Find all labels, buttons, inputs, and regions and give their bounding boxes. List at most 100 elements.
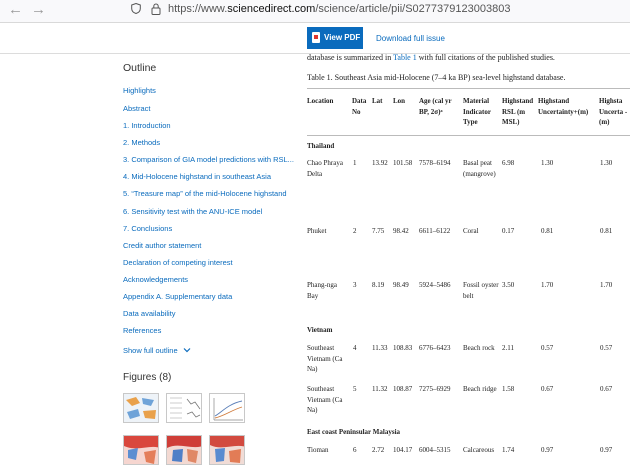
row4-no: 4 [353,344,357,352]
table-top-rule [307,88,630,89]
row5-lat: 11.32 [372,385,388,393]
address-bar[interactable]: https://www.sciencedirect.com/science/ar… [168,3,510,15]
row6-lat: 2.72 [372,446,385,454]
row1-location: Chao Phraya Delta [307,159,343,178]
row1-rsl: 6.98 [502,159,515,167]
row2-no: 2 [353,227,357,235]
figure-3-plot-icon [210,394,244,422]
outline-item-appendix[interactable]: Appendix A. Supplementary data [123,292,232,301]
row1-lon: 101.58 [393,159,413,167]
shield-icon[interactable] [131,3,141,14]
outline-item-introduction[interactable]: 1. Introduction [123,121,171,130]
row6-location: Tioman [307,446,329,454]
row2-age: 6611–6122 [419,227,451,235]
row1-age: 7578–6194 [419,159,451,167]
header-age: Age (cal yr BP, 2σ)ᵃ [419,97,452,116]
row6-unc-plus: 0.97 [541,446,554,454]
row2-unc-plus: 0.81 [541,227,554,235]
lead-paragraph: database is summarized in Table 1 with f… [307,53,555,62]
row2-rsl: 0.17 [502,227,515,235]
row1-unc-plus: 1.30 [541,159,554,167]
row4-unc-plus: 0.57 [541,344,554,352]
row4-age: 6776–6423 [419,344,451,352]
row1-unc-minus: 1.30 [600,159,613,167]
figure-thumbnail-3[interactable] [209,393,245,423]
table-1-link[interactable]: Table 1 [393,53,417,62]
lead-text-after: with full citations of the published stu… [416,53,555,62]
outline-item-abstract[interactable]: Abstract [123,104,151,113]
header-highstand-uncertainty-minus: Highsta Uncerta - (m) [599,97,628,126]
back-arrow-icon[interactable]: ← [8,2,23,18]
row4-rsl: 2.11 [502,344,514,352]
header-location: Location [307,97,334,105]
view-pdf-button[interactable]: View PDF [307,27,363,49]
row1-lat: 13.92 [372,159,388,167]
row4-material: Beach rock [463,344,495,352]
outline-item-mid-holocene[interactable]: 4. Mid-Holocene highstand in southeast A… [123,172,271,181]
region-thailand: Thailand [307,142,335,150]
show-full-outline-button[interactable]: Show full outline [123,346,191,355]
row3-unc-minus: 1.70 [600,281,613,289]
figures-title: Figures (8) [123,372,172,383]
figure-4-map-icon [124,436,158,464]
row3-rsl: 3.50 [502,281,515,289]
row4-lon: 108.83 [393,344,413,352]
outline-item-declaration[interactable]: Declaration of competing interest [123,258,233,267]
outline-item-credit[interactable]: Credit author statement [123,241,201,250]
figure-thumbnail-5[interactable] [166,435,202,465]
row2-location: Phuket [307,227,327,235]
row3-material: Fossil oyster belt [463,281,499,300]
outline-item-data-availability[interactable]: Data availability [123,309,176,318]
row1-material: Basal peat (mangrove) [463,159,496,178]
outline-item-sensitivity[interactable]: 6. Sensitivity test with the ANU-ICE mod… [123,207,262,216]
lock-icon[interactable] [151,3,161,15]
figure-thumbnail-6[interactable] [209,435,245,465]
header-lat: Lat [372,97,383,105]
row6-age: 6004–5315 [419,446,451,454]
row3-age: 5924–5486 [419,281,451,289]
download-full-issue-link[interactable]: Download full issue [376,34,445,43]
outline-item-comparison[interactable]: 3. Comparison of GIA model predictions w… [123,155,294,164]
row3-unc-plus: 1.70 [541,281,554,289]
row4-unc-minus: 0.57 [600,344,613,352]
outline-item-highlights[interactable]: Highlights [123,86,156,95]
view-pdf-label: View PDF [324,33,361,42]
region-east-coast-malaysia: East coast Peninsular Malaysia [307,428,401,436]
row4-lat: 11.33 [372,344,388,352]
figure-thumbnail-4[interactable] [123,435,159,465]
header-lon: Lon [393,97,406,105]
outline-item-references[interactable]: References [123,326,161,335]
figure-1-map-icon [124,394,158,422]
row3-location: Phang-nga Bay [307,281,337,300]
row2-lon: 98.42 [393,227,409,235]
row2-lat: 7.75 [372,227,385,235]
outline-item-acknowledgements[interactable]: Acknowledgements [123,275,188,284]
row6-lon: 104.17 [393,446,413,454]
forward-arrow-icon[interactable]: → [31,2,46,18]
row5-unc-plus: 0.67 [541,385,554,393]
url-prefix: https://www. [168,3,228,15]
figure-thumbnail-1[interactable] [123,393,159,423]
row3-lat: 8.19 [372,281,385,289]
outline-item-conclusions[interactable]: 7. Conclusions [123,224,172,233]
show-full-outline-label: Show full outline [123,346,178,355]
row5-age: 7275–6929 [419,385,451,393]
figure-thumbnail-2[interactable] [166,393,202,423]
row5-material: Beach ridge [463,385,497,393]
row2-material: Coral [463,227,479,235]
header-highstand-uncertainty-plus: Highstand Uncertainty+(m) [538,97,589,116]
row6-no: 6 [353,446,357,454]
outline-item-treasure-map[interactable]: 5. “Treasure map” of the mid-Holocene hi… [123,189,287,198]
header-material: Material Indicator Type [463,97,491,126]
outline-item-methods[interactable]: 2. Methods [123,138,160,147]
row6-rsl: 1.74 [502,446,515,454]
row5-no: 5 [353,385,357,393]
outline-title: Outline [123,62,157,74]
lead-text-before: database is summarized in [307,53,394,62]
row6-unc-minus: 0.97 [600,446,613,454]
row3-lon: 98.49 [393,281,409,289]
pdf-icon [312,32,320,43]
figure-5-map-icon [167,436,201,464]
row5-lon: 108.87 [393,385,413,393]
row4-location: Southeast Vietnam (Ca Na) [307,344,343,373]
